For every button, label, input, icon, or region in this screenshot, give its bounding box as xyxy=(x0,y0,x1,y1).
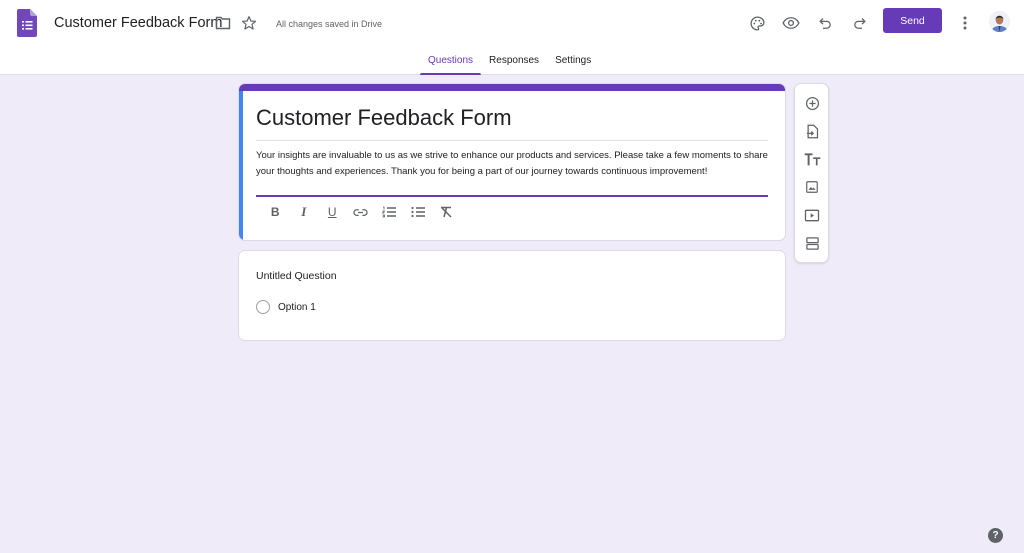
theme-color-strip xyxy=(239,84,785,91)
top-header: Customer Feedback Form All changes saved… xyxy=(0,0,1024,75)
redo-icon[interactable] xyxy=(849,13,869,33)
bulleted-list-icon[interactable] xyxy=(404,203,433,221)
add-title-description-icon[interactable] xyxy=(802,149,822,169)
form-title-card[interactable]: Customer Feedback Form Your insights are… xyxy=(238,83,786,241)
question-title[interactable]: Untitled Question xyxy=(256,270,337,282)
radio-button[interactable] xyxy=(256,300,270,314)
question-card[interactable]: Untitled Question Option 1 xyxy=(238,250,786,341)
option-label[interactable]: Option 1 xyxy=(278,302,316,313)
link-icon[interactable] xyxy=(347,203,376,221)
form-description-input[interactable]: Your insights are invaluable to us as we… xyxy=(256,148,768,179)
option-row: Option 1 xyxy=(256,300,316,314)
add-question-icon[interactable] xyxy=(802,93,822,113)
help-icon[interactable]: ? xyxy=(988,528,1003,543)
undo-icon[interactable] xyxy=(815,13,835,33)
clear-formatting-icon[interactable] xyxy=(432,203,461,221)
title-underline xyxy=(256,140,768,141)
form-title-input[interactable]: Customer Feedback Form xyxy=(256,105,512,131)
add-video-icon[interactable] xyxy=(802,205,822,225)
italic-icon[interactable]: I xyxy=(290,203,319,221)
palette-icon[interactable] xyxy=(747,13,767,33)
import-questions-icon[interactable] xyxy=(802,121,822,141)
underline-icon[interactable]: U xyxy=(318,203,347,221)
tab-responses[interactable]: Responses xyxy=(481,50,547,75)
more-vert-icon[interactable] xyxy=(955,13,975,33)
eye-preview-icon[interactable] xyxy=(781,13,801,33)
add-image-icon[interactable] xyxy=(802,177,822,197)
tab-questions[interactable]: Questions xyxy=(420,50,482,75)
send-button[interactable]: Send xyxy=(883,8,942,33)
folder-icon[interactable] xyxy=(213,13,233,33)
description-underline xyxy=(256,195,768,197)
user-avatar[interactable] xyxy=(989,11,1010,32)
formatting-toolbar: B I U xyxy=(261,203,461,221)
bold-icon[interactable]: B xyxy=(261,203,290,221)
star-icon[interactable] xyxy=(239,13,259,33)
save-status: All changes saved in Drive xyxy=(276,19,383,29)
google-forms-icon[interactable] xyxy=(17,9,37,37)
active-card-indicator xyxy=(239,91,243,240)
numbered-list-icon[interactable] xyxy=(375,203,404,221)
form-tabs: Questions Responses Settings xyxy=(420,50,599,75)
tab-settings[interactable]: Settings xyxy=(547,50,599,75)
side-toolbar xyxy=(794,83,829,263)
add-section-icon[interactable] xyxy=(802,233,822,253)
document-title[interactable]: Customer Feedback Form xyxy=(54,15,222,31)
